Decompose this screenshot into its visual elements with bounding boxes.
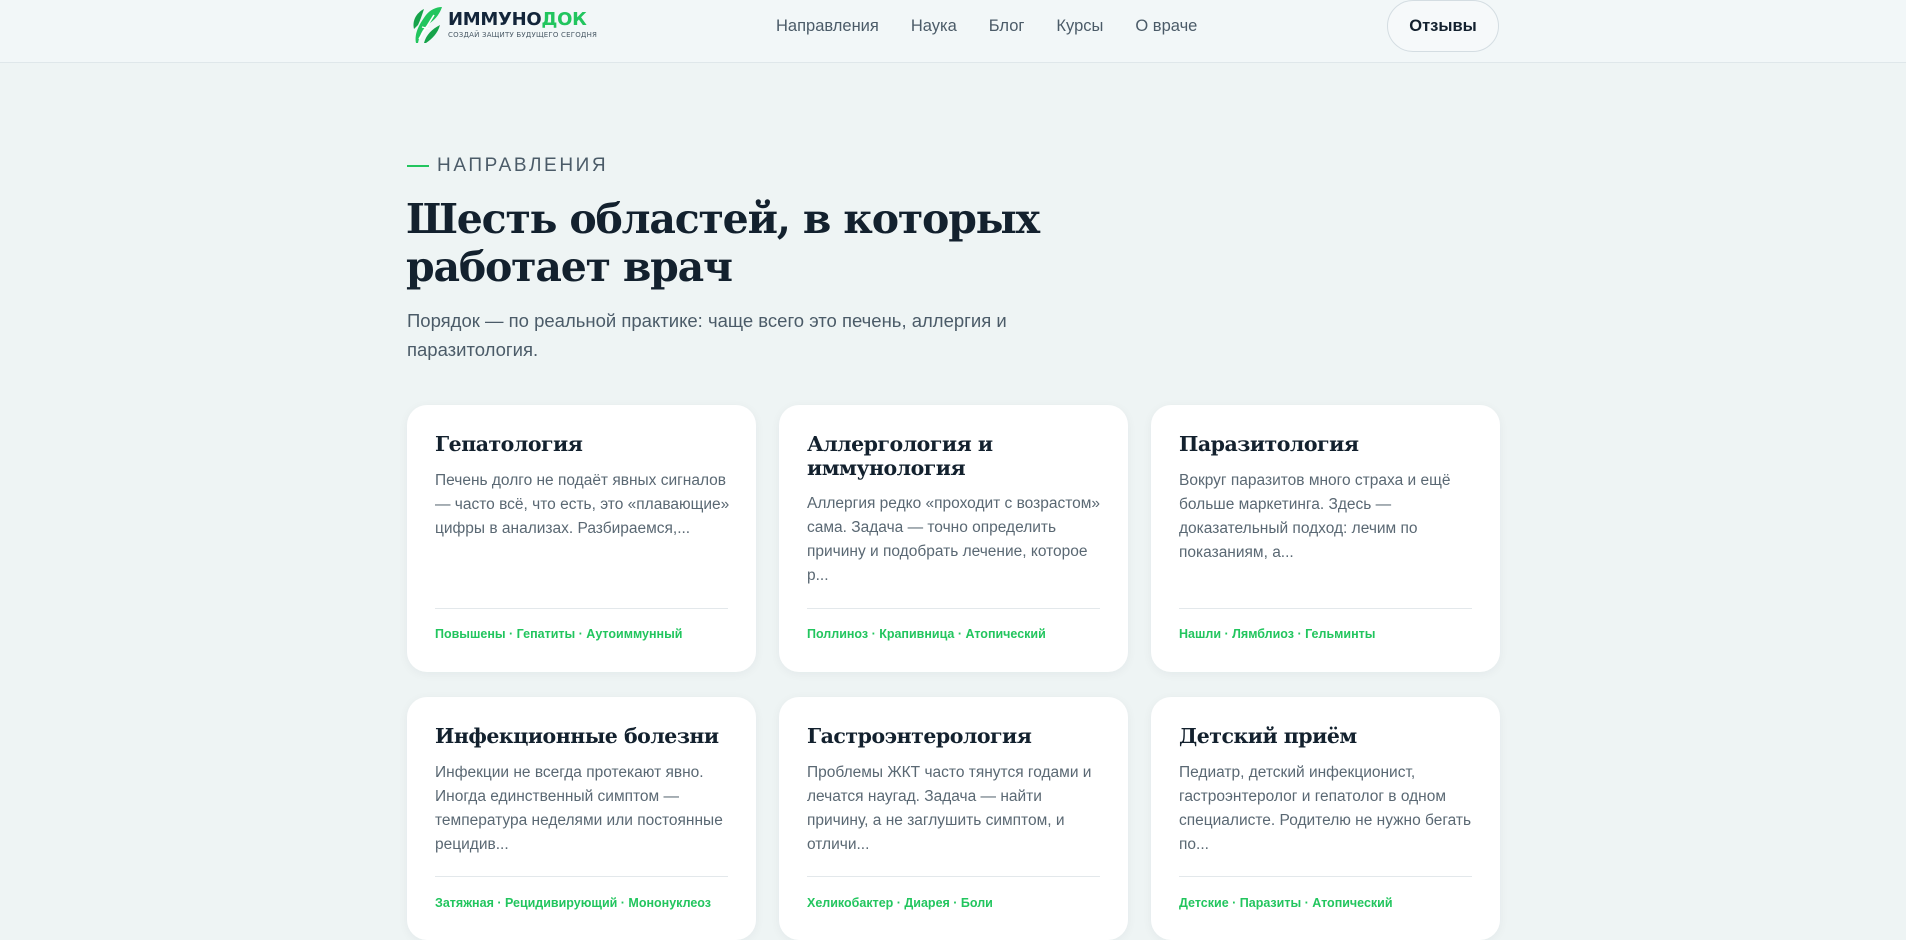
card-title: Инфекционные болезни <box>435 724 719 748</box>
nav-item-science[interactable]: Наука <box>911 15 957 37</box>
card-tags[interactable]: Детские · Паразиты · Атопический <box>1179 896 1479 910</box>
logo[interactable]: ИММУНОДОК СОЗДАЙ ЗАЩИТУ БУДУЩЕГО СЕГОДНЯ <box>410 5 597 45</box>
card-divider <box>1179 608 1472 609</box>
card-divider <box>807 608 1100 609</box>
section-eyebrow: НАПРАВЛЕНИЯ <box>407 155 608 177</box>
logo-tagline: СОЗДАЙ ЗАЩИТУ БУДУЩЕГО СЕГОДНЯ <box>448 31 598 39</box>
card-description: Вокруг паразитов много страха и ещё боль… <box>1179 472 1451 561</box>
card-tags[interactable]: Нашли · Лямблиоз · Гельминты <box>1179 627 1479 641</box>
section-title: Шесть областей, в которых работает врач <box>406 195 1106 291</box>
card-description: Проблемы ЖКТ часто тянутся годами и леча… <box>807 764 1092 853</box>
reviews-button[interactable]: Отзывы <box>1387 0 1499 52</box>
direction-card-pediatrics[interactable]: Детский приём Педиатр, детский инфекцион… <box>1151 697 1500 940</box>
nav-item-courses[interactable]: Курсы <box>1056 15 1103 37</box>
nav-item-about-doctor[interactable]: О враче <box>1135 15 1197 37</box>
direction-card-allergology[interactable]: Аллергология и иммунология Аллергия редк… <box>779 405 1128 672</box>
direction-card-gastroenterology[interactable]: Гастроэнтерология Проблемы ЖКТ часто тян… <box>779 697 1128 940</box>
card-divider <box>807 876 1100 877</box>
card-tags[interactable]: Повышены · Гепатиты · Аутоиммунный <box>435 627 735 641</box>
site-header: ИММУНОДОК СОЗДАЙ ЗАЩИТУ БУДУЩЕГО СЕГОДНЯ… <box>0 0 1906 63</box>
card-description: Инфекции не всегда протекают явно. Иногд… <box>435 764 723 853</box>
section-subtitle: Порядок — по реальной практике: чаще все… <box>407 310 1007 360</box>
card-tags[interactable]: Поллиноз · Крапивница · Атопический <box>807 627 1107 641</box>
card-divider <box>1179 876 1472 877</box>
card-tags[interactable]: Хеликобактер · Диарея · Боли <box>807 896 1107 910</box>
main-nav: Направления Наука Блог Курсы О враче <box>776 15 1197 37</box>
logo-name: ИММУНОДОК <box>448 9 587 30</box>
card-tags[interactable]: Затяжная · Рецидивирующий · Мононуклеоз <box>435 896 735 910</box>
direction-card-hepatology[interactable]: Гепатология Печень долго не подаёт явных… <box>407 405 756 672</box>
direction-card-parasitology[interactable]: Паразитология Вокруг паразитов много стр… <box>1151 405 1500 672</box>
nav-item-directions[interactable]: Направления <box>776 15 879 37</box>
card-title: Гепатология <box>435 432 583 456</box>
eyebrow-dash <box>407 165 429 167</box>
eyebrow-label: НАПРАВЛЕНИЯ <box>437 155 609 176</box>
card-description: Педиатр, детский инфекционист, гастроэнт… <box>1179 764 1472 853</box>
card-divider <box>435 608 728 609</box>
nav-item-blog[interactable]: Блог <box>989 15 1025 37</box>
direction-card-infectious[interactable]: Инфекционные болезни Инфекции не всегда … <box>407 697 756 940</box>
card-title: Детский приём <box>1179 724 1357 748</box>
card-description: Печень долго не подаёт явных сигналов — … <box>435 472 730 537</box>
card-title: Паразитология <box>1179 432 1359 456</box>
section-title-line-1: Шесть областей, в которых <box>406 195 1040 243</box>
card-description: Аллергия редко «проходит с возрастом» са… <box>807 495 1101 584</box>
section-title-line-2: работает врач <box>406 243 733 291</box>
card-title: Аллергология и иммунология <box>807 432 993 480</box>
logo-leaf-icon <box>413 7 442 43</box>
card-title: Гастроэнтерология <box>807 724 1032 748</box>
card-divider <box>435 876 728 877</box>
